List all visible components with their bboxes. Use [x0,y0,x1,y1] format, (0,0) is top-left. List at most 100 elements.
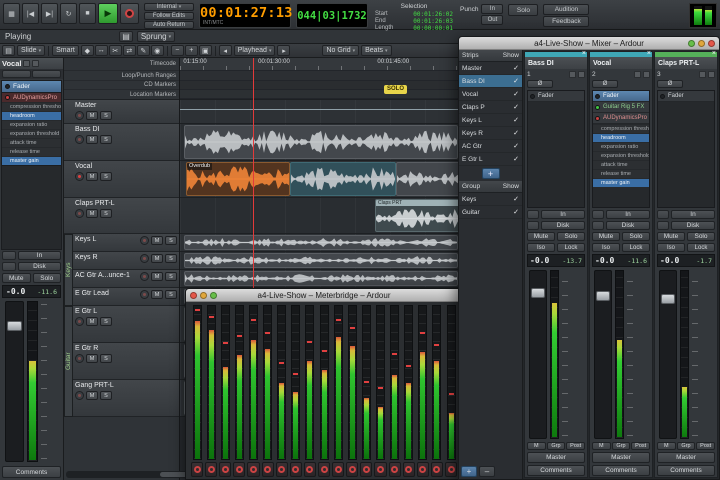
gain-fader[interactable] [529,270,547,439]
record-arm-button[interactable] [332,462,344,477]
zoom-icon[interactable] [688,40,695,47]
phase-invert-button[interactable]: Ø [527,80,553,88]
monitor-input-button[interactable]: In [606,210,650,219]
record-arm-button[interactable] [140,272,149,281]
strip-name-button[interactable]: Vocal [0,58,63,69]
plugin-param[interactable]: attack time [593,160,649,169]
close-icon[interactable] [708,40,715,47]
solo-button[interactable]: S [165,254,177,263]
processor-fader[interactable]: Fader [2,81,61,92]
add-strip-button[interactable]: + [482,168,500,179]
track-header-bass-di[interactable]: Bass DIMS [64,124,179,161]
plugin-param[interactable]: compression threshold [593,124,649,133]
transport-options-button[interactable]: ▦ [3,3,20,24]
processor-guitar-rig-5-fx[interactable]: Guitar Rig 5 FX [593,102,649,113]
track-header-e-gtr-lead[interactable]: E Gtr LeadMS [64,288,179,306]
monitor-disk-button[interactable]: Disk [18,262,61,271]
track-lane-ac-gtr-a-unce-1[interactable] [180,270,462,288]
record-arm-button[interactable] [140,236,149,245]
solo-button[interactable]: S [100,354,112,363]
track-name[interactable]: E Gtr R [75,344,177,353]
fader-lock-button[interactable]: Lock [622,243,650,252]
mute-button[interactable]: Mute [592,232,620,241]
solo-button[interactable]: S [165,290,177,299]
strip-list-item[interactable]: Bass DI✓ [459,75,522,88]
record-arm-button[interactable] [304,462,316,477]
timecode-ruler[interactable]: 01:15:0000:01:30:0000:01:45:00 [180,58,462,71]
goto-end-button[interactable]: ▶| [41,3,58,24]
audio-region[interactable] [396,162,460,196]
plugin-param[interactable]: master gain [2,156,61,165]
strip-name-button[interactable]: Bass DI [525,57,587,69]
solo-iso-button[interactable]: Iso [592,243,620,252]
strip-mini-button[interactable] [569,71,576,78]
feedback-button[interactable]: Feedback [543,16,589,27]
secondary-clock[interactable]: 044|03|1732 [296,3,368,28]
record-arm-button[interactable] [318,462,330,477]
track-lane-keys-l[interactable] [180,234,462,252]
strip-mini-button[interactable] [643,71,650,78]
track-header-e-gtr-l[interactable]: E Gtr LMS [64,306,179,343]
record-arm-button[interactable] [75,391,84,400]
mute-button[interactable]: M [151,236,163,245]
phase-invert-button[interactable]: Ø [657,80,683,88]
play-button[interactable]: ▶ [98,3,118,24]
mute-button[interactable]: M [86,111,98,120]
strip-list-item[interactable]: Keys R✓ [459,127,522,140]
gain-fader[interactable] [5,301,24,462]
gain-display[interactable]: -0.0-13.7 [527,254,585,267]
track-header-e-gtr-r[interactable]: E Gtr RMS [64,343,179,380]
plugin-param[interactable]: headroom [593,133,649,142]
track-name[interactable]: Vocal [75,162,177,171]
record-arm-button[interactable] [205,462,217,477]
solo-button[interactable]: S [100,317,112,326]
ruler-label-timecode[interactable]: Timecode [64,58,179,71]
edit-point-select[interactable]: Playhead▾ [234,45,276,56]
mute-button[interactable]: Mute [527,232,555,241]
loop-punch-ruler[interactable] [180,71,462,81]
strip-mini-button[interactable] [578,71,585,78]
minimize-icon[interactable] [200,292,207,299]
comments-button[interactable]: Comments [592,465,650,476]
processor-audynamicspro[interactable]: AUDynamicsPro [593,113,649,124]
track-header-gang-prt-l[interactable]: Gang PRT-LMS [64,380,179,417]
solo-iso-button[interactable]: Iso [657,243,685,252]
meter-point-button[interactable]: M [657,442,676,450]
audio-region-selected[interactable] [290,162,396,196]
audio-region-claps[interactable]: Claps PRT [375,199,460,232]
group-list-item[interactable]: Guitar✓ [459,206,522,219]
audio-region[interactable] [184,235,458,250]
plugin-param[interactable]: attack time [2,138,61,147]
track-header-keys-l[interactable]: Keys LMS [64,234,179,252]
plugin-param[interactable]: release time [2,147,61,156]
record-arm-button[interactable] [417,462,429,477]
audio-region[interactable] [184,271,458,286]
strip-list-item[interactable]: E Gtr L✓ [459,153,522,166]
record-arm-button[interactable] [445,462,457,477]
mute-button[interactable]: M [151,290,163,299]
record-arm-button[interactable] [431,462,443,477]
record-arm-button[interactable] [360,462,372,477]
mute-button[interactable]: M [86,391,98,400]
track-name[interactable]: E Gtr L [75,307,177,316]
plugin-param[interactable]: expansion ratio [2,120,61,129]
processor-box-empty[interactable] [1,166,62,250]
strip-name-button[interactable]: Vocal [590,57,652,69]
group-button[interactable]: Grp [547,442,566,450]
ruler-label-loop-punch[interactable]: Loop/Punch Ranges [64,71,179,81]
record-arm-button[interactable] [346,462,358,477]
nudge-back-button[interactable]: ◂ [219,45,232,56]
record-arm-button[interactable] [233,462,245,477]
strip-list-item[interactable]: Keys L✓ [459,114,522,127]
record-arm-button[interactable] [290,462,302,477]
mute-button[interactable]: Mute [657,232,685,241]
track-header-vocal[interactable]: VocalMS [64,161,179,198]
nudge-forward-button[interactable]: ▸ [277,45,290,56]
output-button[interactable]: Master [657,452,715,463]
record-arm-button[interactable] [75,111,84,120]
track-lane-keys-r[interactable] [180,252,462,270]
strip-mini-button[interactable] [23,60,30,67]
comments-button[interactable]: Comments [2,466,61,478]
monitor-input-button[interactable]: In [18,251,61,260]
minimize-icon[interactable] [698,40,705,47]
